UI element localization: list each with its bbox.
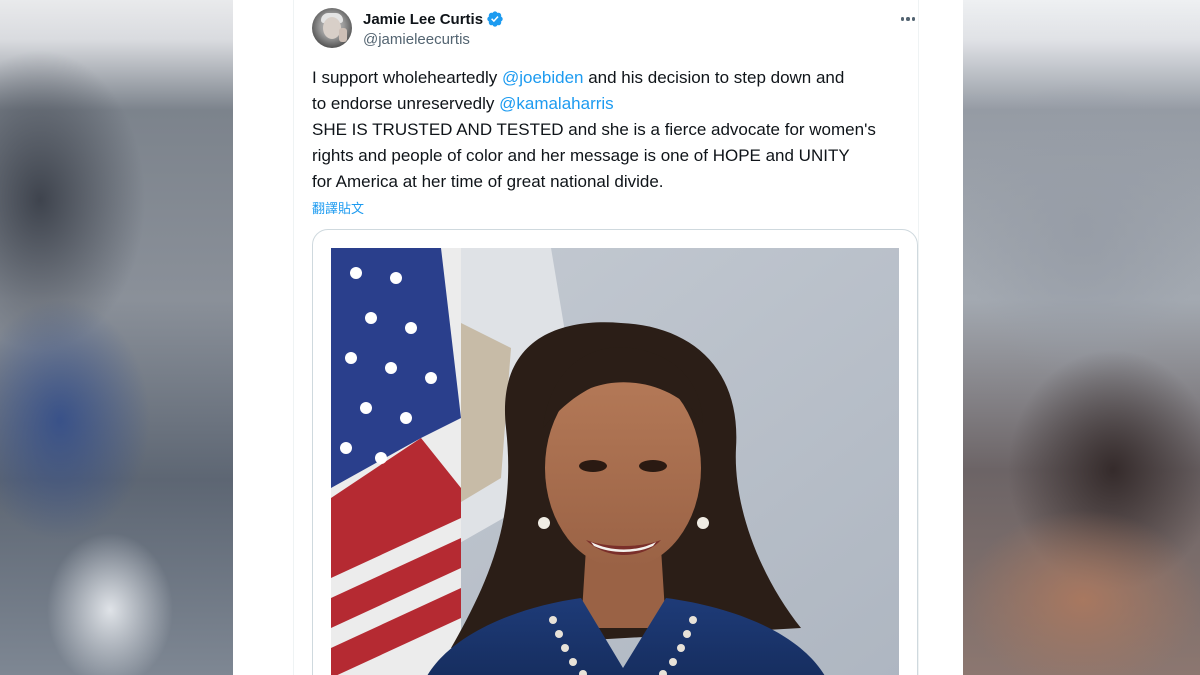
avatar[interactable] bbox=[312, 8, 352, 48]
tweet-container: Jamie Lee Curtis @jamieleecurtis I suppo… bbox=[293, 0, 919, 675]
photo-earring-right bbox=[697, 517, 709, 529]
photo-earring-left bbox=[538, 517, 550, 529]
tweet-text-line: SHE IS TRUSTED AND TESTED and she is a f… bbox=[312, 120, 876, 139]
more-dot bbox=[906, 17, 910, 21]
author-handle[interactable]: @jamieleecurtis bbox=[363, 31, 470, 48]
tweet-text-line: to endorse unreservedly @kamalaharris bbox=[312, 91, 912, 117]
author-display-name[interactable]: Jamie Lee Curtis bbox=[363, 11, 483, 28]
blurred-background-left bbox=[0, 0, 233, 675]
verified-badge-icon bbox=[487, 11, 503, 27]
more-horizontal-icon[interactable] bbox=[898, 10, 918, 28]
more-dot bbox=[900, 17, 905, 21]
photo-eye-right bbox=[639, 460, 667, 472]
tweet-card: Jamie Lee Curtis @jamieleecurtis I suppo… bbox=[233, 0, 963, 675]
photo-us-flag bbox=[331, 248, 461, 675]
avatar-hand bbox=[339, 28, 347, 42]
more-dot bbox=[911, 17, 916, 21]
tweet-text-line: rights and people of color and her messa… bbox=[312, 146, 850, 165]
tweet-text-segment: to endorse unreservedly bbox=[312, 94, 500, 113]
tweet-text-line: for America at her time of great nationa… bbox=[312, 172, 664, 191]
photo-eye-left bbox=[579, 460, 607, 472]
portrait-photo[interactable] bbox=[331, 248, 899, 675]
mention-link-joebiden[interactable]: @joebiden bbox=[502, 68, 584, 87]
blurred-background-right bbox=[963, 0, 1200, 675]
translate-post-link[interactable]: 翻譯貼文 bbox=[312, 198, 364, 217]
tweet-text-line: I support wholeheartedly @joebiden and h… bbox=[312, 65, 912, 91]
author-name-row: Jamie Lee Curtis bbox=[363, 9, 504, 29]
tweet-text-segment: I support wholeheartedly bbox=[312, 68, 502, 87]
tweet-text-segment: and his decision to step down and bbox=[583, 68, 845, 87]
portrait-illustration bbox=[331, 248, 899, 675]
tweet-text: I support wholeheartedly @joebiden and h… bbox=[312, 65, 912, 195]
tweet-media-card[interactable] bbox=[312, 229, 918, 675]
mention-link-kamalaharris[interactable]: @kamalaharris bbox=[499, 94, 614, 113]
